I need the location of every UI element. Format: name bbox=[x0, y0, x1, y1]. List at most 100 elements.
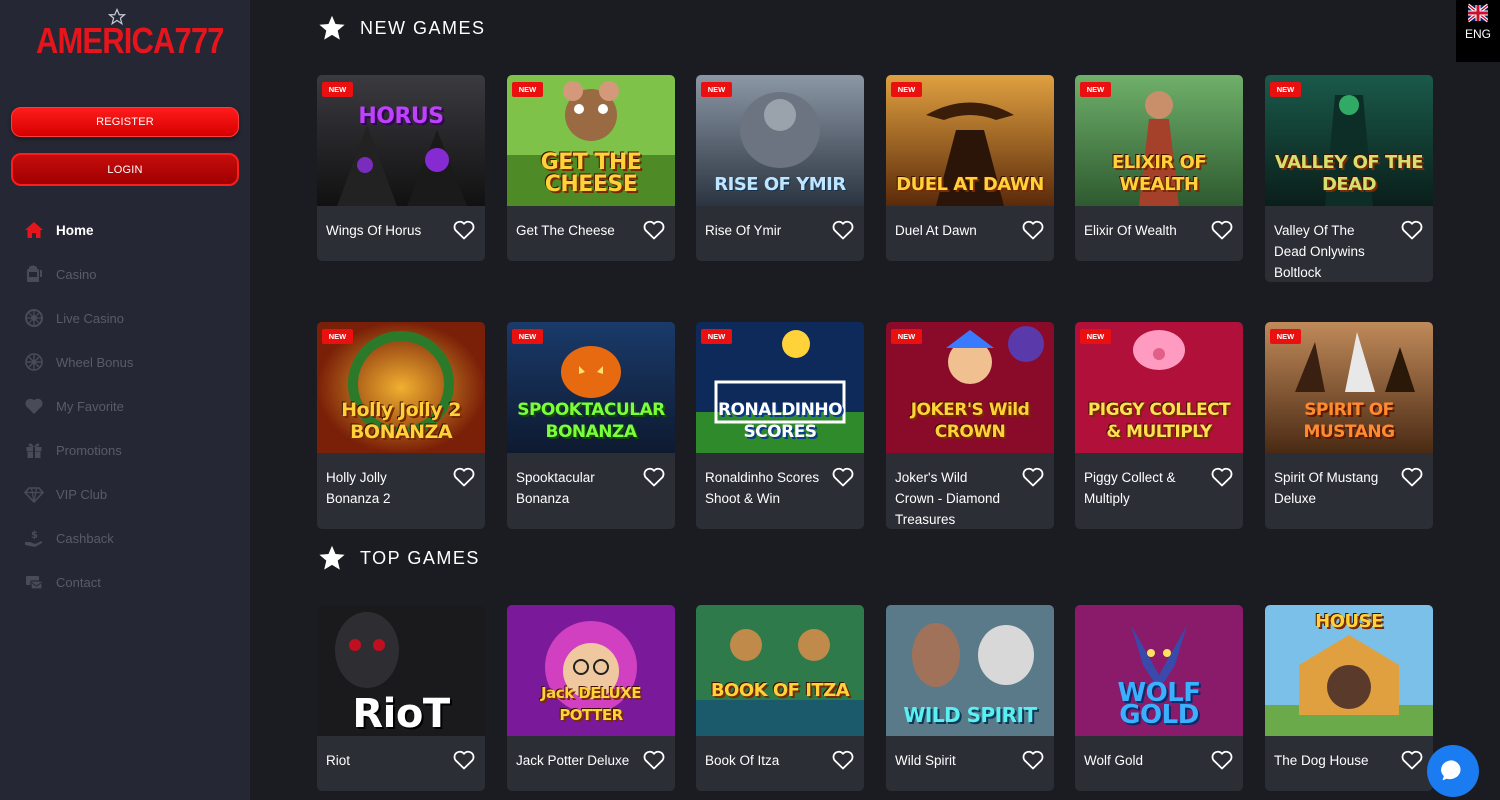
game-thumbnail[interactable]: SPOOKTACULAR BONANZA NEW bbox=[507, 322, 675, 453]
favorite-heart-icon[interactable] bbox=[642, 748, 666, 772]
game-thumbnail[interactable]: RONALDINHO SCORES NEW bbox=[696, 322, 864, 453]
game-thumbnail-title: Jack DELUXE POTTER bbox=[540, 684, 642, 724]
game-card[interactable]: BOOK OF ITZA Book Of Itza bbox=[696, 605, 864, 791]
favorite-heart-icon[interactable] bbox=[452, 465, 476, 489]
game-card[interactable]: RONALDINHO SCORES NEW Ronaldinho Scores … bbox=[696, 322, 864, 529]
new-badge: NEW bbox=[512, 82, 543, 97]
game-thumbnail[interactable]: JOKER'S Wild CROWN NEW bbox=[886, 322, 1054, 453]
game-card[interactable]: HORUS NEW Wings Of Horus bbox=[317, 75, 485, 261]
game-thumbnail[interactable]: PIGGY COLLECT & MULTIPLY NEW bbox=[1075, 322, 1243, 453]
sidebar-item-wheel-bonus[interactable]: Wheel Bonus bbox=[0, 340, 250, 384]
game-thumbnail[interactable]: ELIXIR OF WEALTH NEW bbox=[1075, 75, 1243, 206]
star-icon bbox=[319, 545, 345, 570]
game-card[interactable]: SPIRIT OF MUSTANG NEW Spirit Of Mustang … bbox=[1265, 322, 1433, 529]
sidebar-item-label: Wheel Bonus bbox=[56, 354, 134, 370]
favorite-heart-icon[interactable] bbox=[1210, 218, 1234, 242]
game-name: Rise Of Ymir bbox=[705, 223, 782, 238]
game-name: Wild Spirit bbox=[895, 753, 956, 768]
roulette-icon bbox=[24, 308, 44, 328]
game-thumbnail[interactable]: WOLF GOLD bbox=[1075, 605, 1243, 736]
sidebar-item-contact[interactable]: Contact bbox=[0, 560, 250, 604]
game-card[interactable]: HOUSE The Dog House bbox=[1265, 605, 1433, 791]
game-card[interactable]: ELIXIR OF WEALTH NEW Elixir Of Wealth bbox=[1075, 75, 1243, 261]
game-thumbnail[interactable]: WILD SPIRIT bbox=[886, 605, 1054, 736]
sidebar-item-label: Live Casino bbox=[56, 310, 124, 326]
login-button[interactable]: LOGIN bbox=[11, 153, 239, 186]
game-card[interactable]: DUEL AT DAWN NEW Duel At Dawn bbox=[886, 75, 1054, 261]
game-thumbnail[interactable]: Jack DELUXE POTTER bbox=[507, 605, 675, 736]
favorite-heart-icon[interactable] bbox=[452, 748, 476, 772]
sidebar-item-home[interactable]: Home bbox=[0, 208, 250, 252]
sidebar-nav: Home Casino Live Casino Wheel Bonus My F… bbox=[0, 208, 250, 604]
game-name: Holly Jolly Bonanza 2 bbox=[326, 470, 391, 506]
game-card[interactable]: GET THE CHEESE NEW Get The Cheese bbox=[507, 75, 675, 261]
game-thumbnail-title: RONALDINHO SCORES bbox=[717, 400, 843, 442]
favorite-heart-icon[interactable] bbox=[831, 748, 855, 772]
sidebar-item-label: Home bbox=[56, 222, 94, 238]
sidebar-item-promotions[interactable]: Promotions bbox=[0, 428, 250, 472]
sidebar-item-my-favorite[interactable]: My Favorite bbox=[0, 384, 250, 428]
sidebar-item-vip-club[interactable]: VIP Club bbox=[0, 472, 250, 516]
game-thumbnail-title: SPIRIT OF MUSTANG bbox=[1303, 400, 1395, 442]
new-badge: NEW bbox=[701, 82, 732, 97]
game-card[interactable]: WOLF GOLD Wolf Gold bbox=[1075, 605, 1243, 791]
new-badge: NEW bbox=[891, 82, 922, 97]
new-badge: NEW bbox=[322, 329, 353, 344]
game-thumbnail[interactable]: Holly Jolly 2 BONANZA NEW bbox=[317, 322, 485, 453]
sidebar-item-label: Casino bbox=[56, 266, 97, 282]
game-card[interactable]: JOKER'S Wild CROWN NEW Joker's Wild Crow… bbox=[886, 322, 1054, 529]
favorite-heart-icon[interactable] bbox=[1021, 465, 1045, 489]
favorite-heart-icon[interactable] bbox=[642, 465, 666, 489]
game-name: Duel At Dawn bbox=[895, 223, 977, 238]
favorite-heart-icon[interactable] bbox=[1400, 748, 1424, 772]
favorite-heart-icon[interactable] bbox=[1210, 465, 1234, 489]
game-card[interactable]: RioT Riot bbox=[317, 605, 485, 791]
game-card[interactable]: Jack DELUXE POTTER Jack Potter Deluxe bbox=[507, 605, 675, 791]
favorite-heart-icon[interactable] bbox=[642, 218, 666, 242]
game-card[interactable]: RISE OF YMIR NEW Rise Of Ymir bbox=[696, 75, 864, 261]
slot-machine-icon bbox=[24, 264, 44, 284]
game-thumbnail[interactable]: DUEL AT DAWN NEW bbox=[886, 75, 1054, 206]
sidebar-item-cashback[interactable]: $ Cashback bbox=[0, 516, 250, 560]
game-thumbnail[interactable]: RISE OF YMIR NEW bbox=[696, 75, 864, 206]
game-thumbnail[interactable]: HOUSE bbox=[1265, 605, 1433, 736]
favorite-heart-icon[interactable] bbox=[1210, 748, 1234, 772]
game-thumbnail[interactable]: RioT bbox=[317, 605, 485, 736]
gift-icon bbox=[24, 440, 44, 460]
game-card[interactable]: Holly Jolly 2 BONANZA NEW Holly Jolly Bo… bbox=[317, 322, 485, 529]
game-thumbnail[interactable]: GET THE CHEESE NEW bbox=[507, 75, 675, 206]
game-card[interactable]: VALLEY OF THE DEAD NEW Valley Of The Dea… bbox=[1265, 75, 1433, 282]
favorite-heart-icon[interactable] bbox=[831, 465, 855, 489]
game-thumbnail[interactable]: HORUS NEW bbox=[317, 75, 485, 206]
game-name: Spirit Of Mustang Deluxe bbox=[1274, 470, 1379, 506]
game-name: Ronaldinho Scores Shoot & Win bbox=[705, 470, 820, 506]
register-button[interactable]: REGISTER bbox=[11, 107, 239, 137]
favorite-heart-icon[interactable] bbox=[1021, 218, 1045, 242]
chat-button[interactable] bbox=[1427, 745, 1479, 797]
favorite-heart-icon[interactable] bbox=[831, 218, 855, 242]
game-thumbnail[interactable]: VALLEY OF THE DEAD NEW bbox=[1265, 75, 1433, 206]
svg-text:$: $ bbox=[31, 530, 38, 541]
game-card[interactable]: WILD SPIRIT Wild Spirit bbox=[886, 605, 1054, 791]
favorite-heart-icon[interactable] bbox=[1021, 748, 1045, 772]
game-thumbnail-title: SPOOKTACULAR BONANZA bbox=[517, 400, 665, 442]
game-name: Joker's Wild Crown - Diamond Treasures bbox=[895, 470, 1001, 527]
game-card[interactable]: PIGGY COLLECT & MULTIPLY NEW Piggy Colle… bbox=[1075, 322, 1243, 529]
chat-bubble-icon bbox=[1441, 760, 1461, 781]
game-name: Elixir Of Wealth bbox=[1084, 223, 1177, 238]
game-thumbnail-title: PIGGY COLLECT & MULTIPLY bbox=[1087, 400, 1231, 442]
sidebar-item-live-casino[interactable]: Live Casino bbox=[0, 296, 250, 340]
game-thumbnail[interactable]: SPIRIT OF MUSTANG NEW bbox=[1265, 322, 1433, 453]
america777-logo[interactable]: AMERICA777 bbox=[36, 8, 224, 61]
game-name: Book Of Itza bbox=[705, 753, 780, 768]
language-selector[interactable]: ENG bbox=[1456, 0, 1500, 62]
game-card[interactable]: SPOOKTACULAR BONANZA NEW Spooktacular Bo… bbox=[507, 322, 675, 529]
favorite-heart-icon[interactable] bbox=[1400, 218, 1424, 242]
game-thumbnail[interactable]: BOOK OF ITZA bbox=[696, 605, 864, 736]
sidebar-item-casino[interactable]: Casino bbox=[0, 252, 250, 296]
contact-icon bbox=[24, 572, 44, 592]
favorite-heart-icon[interactable] bbox=[1400, 465, 1424, 489]
game-name: The Dog House bbox=[1274, 753, 1369, 768]
favorite-heart-icon[interactable] bbox=[452, 218, 476, 242]
game-thumbnail-title: VALLEY OF THE DEAD bbox=[1274, 152, 1424, 195]
